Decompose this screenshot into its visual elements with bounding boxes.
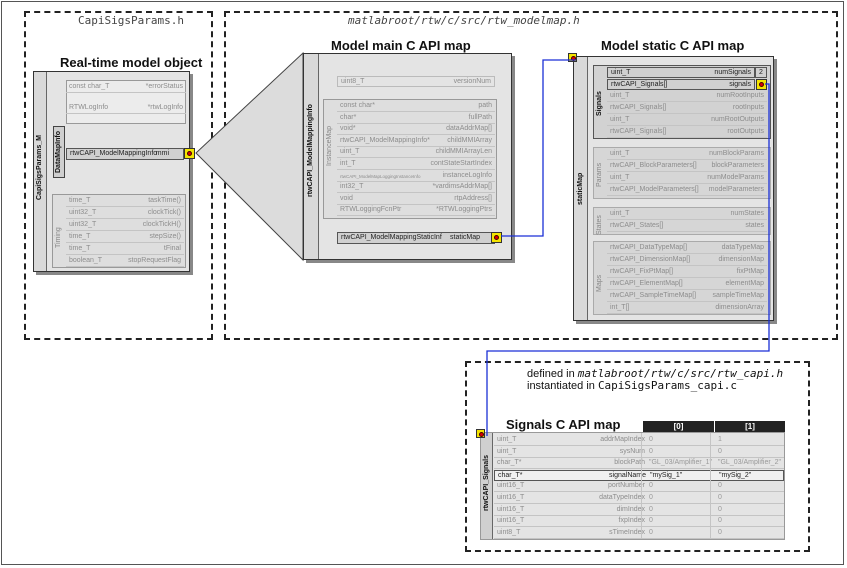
staticmap-connector — [501, 59, 576, 237]
connectors — [486, 59, 770, 436]
signals-connector — [486, 83, 770, 436]
